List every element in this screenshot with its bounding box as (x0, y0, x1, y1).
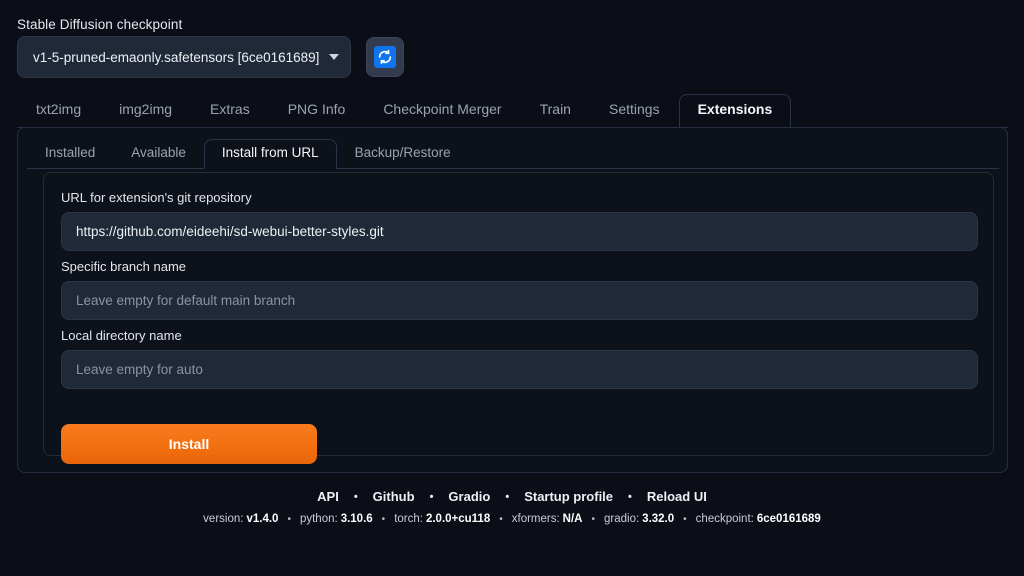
extensions-panel: Installed Available Install from URL Bac… (17, 127, 1008, 473)
footer-separator: • (353, 490, 358, 503)
tab-label: Extensions (697, 100, 773, 117)
branch-field-label: Specific branch name (61, 259, 187, 274)
chevron-down-icon (329, 54, 340, 60)
footer-version-info: version: v1.4.0 • python: 3.10.6 • torch… (0, 513, 1024, 525)
directory-input-placeholder: Leave empty for auto (76, 362, 203, 377)
tab-txt2img[interactable]: txt2img (17, 94, 100, 128)
footer-link-gradio[interactable]: Gradio (446, 489, 492, 504)
version-key: version: (203, 513, 244, 525)
branch-field-group: Specific branch name Leave empty for def… (61, 259, 978, 320)
version-item-gradio: gradio: 3.32.0 (604, 513, 674, 525)
version-value: 2.0.0+cu118 (425, 513, 491, 525)
version-value: 3.10.6 (340, 513, 373, 525)
checkpoint-row: v1-5-pruned-emaonly.safetensors [6ce0161… (17, 36, 404, 78)
branch-input-placeholder: Leave empty for default main branch (76, 293, 296, 308)
checkpoint-value: v1-5-pruned-emaonly.safetensors [6ce0161… (33, 49, 320, 65)
footer-link-startup-profile[interactable]: Startup profile (522, 489, 615, 504)
directory-field-label: Local directory name (61, 328, 182, 343)
tab-label: txt2img (36, 100, 82, 117)
subtab-label: Backup/Restore (354, 145, 451, 160)
version-value: N/A (562, 513, 583, 525)
version-item-python: python: 3.10.6 (300, 513, 373, 525)
version-separator: • (683, 513, 687, 525)
checkpoint-dropdown[interactable]: v1-5-pruned-emaonly.safetensors [6ce0161… (17, 36, 351, 78)
version-item-xformers: xformers: N/A (512, 513, 583, 525)
directory-input[interactable]: Leave empty for auto (61, 350, 978, 389)
refresh-checkpoints-button[interactable] (366, 37, 404, 77)
tab-label: Settings (608, 100, 660, 117)
version-separator: • (499, 513, 503, 525)
subtab-backup-restore[interactable]: Backup/Restore (337, 139, 469, 169)
version-value: v1.4.0 (246, 513, 279, 525)
url-field-group: URL for extension's git repository https… (61, 190, 978, 251)
tab-settings[interactable]: Settings (590, 94, 679, 128)
tab-extras[interactable]: Extras (191, 94, 269, 128)
refresh-icon (374, 46, 396, 68)
footer-link-reload-ui[interactable]: Reload UI (645, 489, 709, 504)
version-key: checkpoint: (695, 513, 754, 525)
install-from-url-form: URL for extension's git repository https… (43, 172, 994, 464)
version-item-torch: torch: 2.0.0+cu118 (394, 513, 490, 525)
version-key: python: (299, 513, 338, 525)
footer-separator: • (505, 490, 510, 503)
tab-img2img[interactable]: img2img (100, 94, 191, 128)
subtab-install-from-url[interactable]: Install from URL (203, 139, 337, 169)
tab-label: img2img (119, 100, 173, 117)
subtab-available[interactable]: Available (113, 139, 204, 169)
branch-input[interactable]: Leave empty for default main branch (61, 281, 978, 320)
sd-webui-app: Stable Diffusion checkpoint v1-5-pruned-… (0, 0, 1024, 576)
version-separator: • (287, 513, 291, 525)
tab-label: PNG Info (287, 100, 346, 117)
subtab-label: Installed (45, 145, 96, 160)
subtab-label: Available (131, 145, 186, 160)
version-separator: • (591, 513, 595, 525)
tab-label: Extras (210, 100, 250, 117)
version-value: 6ce0161689 (756, 513, 821, 525)
version-key: gradio: (604, 513, 640, 525)
url-field-label: URL for extension's git repository (61, 190, 252, 205)
checkpoint-label: Stable Diffusion checkpoint (17, 17, 183, 32)
version-key: torch: (394, 513, 423, 525)
footer-links: API • Github • Gradio • Startup profile … (0, 489, 1024, 504)
version-item-version: version: v1.4.0 (203, 513, 278, 525)
tab-checkpoint-merger[interactable]: Checkpoint Merger (364, 94, 520, 128)
footer-separator: • (429, 490, 434, 503)
footer-link-api[interactable]: API (315, 489, 341, 504)
footer-link-github[interactable]: Github (371, 489, 417, 504)
url-input-value: https://github.com/eideehi/sd-webui-bett… (76, 224, 384, 239)
version-value: 3.32.0 (642, 513, 675, 525)
version-separator: • (381, 513, 386, 525)
footer-separator: • (628, 490, 632, 503)
footer: API • Github • Gradio • Startup profile … (0, 489, 1024, 525)
main-tab-bar: txt2img img2img Extras PNG Info Checkpoi… (17, 93, 1008, 128)
tab-label: Train (539, 100, 571, 117)
url-input[interactable]: https://github.com/eideehi/sd-webui-bett… (61, 212, 978, 251)
tab-label: Checkpoint Merger (383, 100, 502, 117)
subtab-installed[interactable]: Installed (27, 139, 113, 169)
install-button[interactable]: Install (61, 424, 317, 464)
tab-png-info[interactable]: PNG Info (269, 94, 365, 128)
directory-field-group: Local directory name Leave empty for aut… (61, 328, 978, 389)
subtab-label: Install from URL (221, 145, 319, 160)
version-item-checkpoint: checkpoint: 6ce0161689 (696, 513, 821, 525)
extensions-sub-tab-bar: Installed Available Install from URL Bac… (27, 137, 999, 169)
tab-extensions[interactable]: Extensions (678, 93, 792, 128)
version-key: xformers: (511, 513, 560, 525)
tab-train[interactable]: Train (521, 94, 590, 128)
